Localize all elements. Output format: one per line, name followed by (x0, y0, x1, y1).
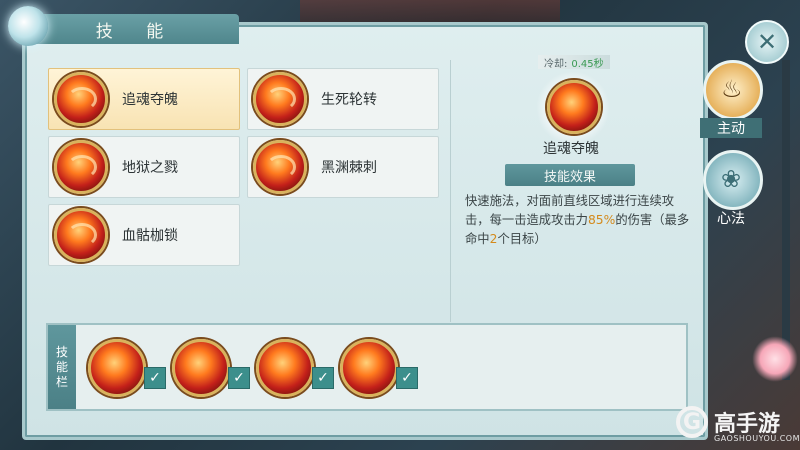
check-icon: ✓ (312, 367, 334, 389)
skill-name: 地狱之戮 (122, 160, 178, 176)
skill-bar-label-char: 栏 (55, 374, 68, 389)
window-title: 技 能 (95, 21, 178, 42)
watermark-logo: G 高手游 GAOSHOUYOU.COM (676, 404, 800, 448)
cooldown-label: 冷却: (544, 58, 568, 70)
watermark-g-icon: G (676, 406, 708, 438)
skill-bar-slot-1[interactable] (88, 339, 146, 397)
skill-description: 快速施法，对面前直线区域进行连续攻击，每一击造成攻击力85%的伤害（最多命中2个… (465, 192, 695, 249)
watermark-domain: GAOSHOUYOU.COM (714, 434, 800, 443)
skill-card-3[interactable]: 地狱之戮 (48, 136, 240, 198)
cooldown-badge: 冷却: 0.45秒 (538, 55, 610, 70)
close-icon: ✕ (756, 28, 778, 56)
selected-skill-icon (547, 80, 601, 134)
skill-icon (54, 140, 108, 194)
skill-bar-slot-3[interactable] (256, 339, 314, 397)
detail-icon-frame (535, 72, 611, 144)
desc-text: 个目标） (497, 232, 547, 246)
tab-mental-label: 心法 (717, 211, 745, 227)
effect-header-label: 技能效果 (543, 169, 596, 185)
cooldown-value: 0.45秒 (571, 58, 604, 70)
tab-active-label: 主动 (700, 118, 762, 138)
gourd-icon: ♨ (703, 60, 763, 120)
background-pillar (782, 60, 790, 380)
skill-icon (253, 72, 307, 126)
orb-decoration-icon (8, 6, 48, 46)
skill-card-5[interactable]: 血骷枷锁 (48, 204, 240, 266)
close-button[interactable]: ✕ (745, 20, 789, 64)
skill-card-2[interactable]: 生死轮转 (247, 68, 439, 130)
skill-name: 血骷枷锁 (122, 228, 178, 244)
skill-bar-slot-2[interactable] (172, 339, 230, 397)
skill-name: 生死轮转 (321, 92, 377, 108)
skill-bar-label-char: 技 (55, 344, 68, 359)
check-icon: ✓ (396, 367, 418, 389)
skill-name: 黑渊棘刺 (321, 160, 377, 176)
check-icon: ✓ (228, 367, 250, 389)
skill-bar-slot-4[interactable] (340, 339, 398, 397)
skill-icon (54, 208, 108, 262)
skill-name: 追魂夺魄 (122, 92, 178, 108)
skill-card-1[interactable]: 追魂夺魄 (48, 68, 240, 130)
effect-header: 技能效果 (505, 164, 635, 186)
skill-card-4[interactable]: 黑渊棘刺 (247, 136, 439, 198)
skill-bar-label: 技 能 栏 (48, 325, 76, 409)
desc-damage-value: 85% (587, 213, 616, 227)
skill-icon (54, 72, 108, 126)
selected-skill-name: 追魂夺魄 (543, 141, 599, 157)
tab-mental-method[interactable]: ❀ 心法 (700, 150, 763, 227)
skill-bar: 技 能 栏 ✓ ✓ ✓ ✓ (46, 323, 688, 411)
check-icon: ✓ (144, 367, 166, 389)
skill-bar-label-char: 能 (55, 359, 68, 374)
panel-divider (450, 60, 451, 322)
skill-icon (253, 140, 307, 194)
lotus-icon: ❀ (703, 150, 763, 210)
window-title-tab: 技 能 (34, 14, 239, 44)
flower-decoration (752, 336, 798, 382)
tab-active-skills[interactable]: ♨ 主动 (700, 60, 763, 138)
